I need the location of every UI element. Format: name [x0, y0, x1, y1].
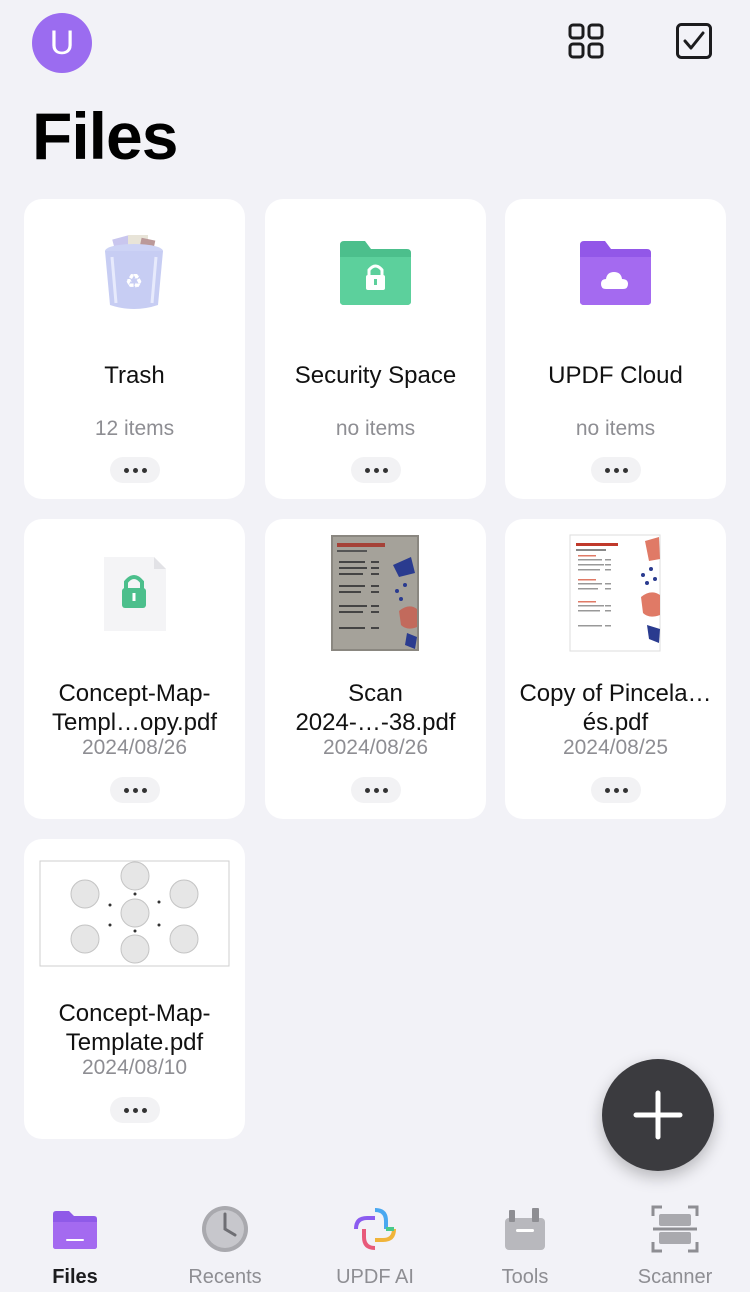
more-options-button[interactable] [591, 777, 641, 803]
toolbox-icon [505, 1208, 545, 1250]
scanner-icon [651, 1205, 699, 1253]
folder-name: Trash [104, 362, 165, 389]
plus-icon [633, 1090, 683, 1140]
more-options-button[interactable] [110, 457, 160, 483]
file-name: Concept-Map-Templ…opy.pdf [52, 680, 217, 736]
item-count: no items [335, 417, 416, 440]
more-options-button[interactable] [110, 777, 160, 803]
folder-icon [53, 1211, 97, 1249]
svg-text:♻: ♻ [125, 269, 143, 293]
more-options-button[interactable] [351, 457, 401, 483]
add-button[interactable] [602, 1059, 714, 1171]
file-thumbnail [505, 519, 726, 669]
item-count: no items [575, 417, 656, 440]
user-avatar[interactable]: U [32, 13, 92, 73]
file-thumbnail [24, 839, 245, 989]
tab-label: Files [52, 1266, 98, 1288]
folder-name: Security Space [294, 362, 457, 389]
select-mode-icon[interactable] [675, 22, 713, 60]
more-options-button[interactable] [591, 457, 641, 483]
file-thumbnail [265, 519, 486, 669]
tab-recents[interactable]: Recents [150, 1190, 300, 1292]
page-title: Files [32, 99, 178, 173]
clock-icon [202, 1206, 248, 1252]
tab-label: Tools [501, 1266, 549, 1288]
grid-view-icon[interactable] [567, 22, 605, 60]
tab-scanner[interactable]: Scanner [600, 1190, 750, 1292]
tab-label: Scanner [637, 1266, 713, 1288]
cloud-folder-icon [505, 199, 726, 349]
tab-bar: Files Recents UPDF AI Tools Scanner [0, 1190, 750, 1292]
file-card[interactable]: Copy of Pincela…és.pdf 2024/08/25 [505, 519, 726, 819]
file-card[interactable]: Scan 2024-…-38.pdf 2024/08/26 [265, 519, 486, 819]
folder-name: UPDF Cloud [548, 362, 683, 389]
tab-files[interactable]: Files [0, 1190, 150, 1292]
folder-card-security-space[interactable]: Security Space no items [265, 199, 486, 499]
tab-label: Recents [188, 1266, 262, 1288]
tab-label: UPDF AI [336, 1266, 414, 1288]
folder-card-updf-cloud[interactable]: UPDF Cloud no items [505, 199, 726, 499]
more-options-button[interactable] [351, 777, 401, 803]
folder-card-trash[interactable]: ♻ Trash 12 items [24, 199, 245, 499]
file-name: Concept-Map-Template.pdf [58, 1000, 211, 1056]
tab-tools[interactable]: Tools [450, 1190, 600, 1292]
item-count: 12 items [94, 417, 175, 440]
file-date: 2024/08/10 [81, 1056, 188, 1079]
file-date: 2024/08/25 [562, 736, 669, 759]
lock-folder-icon [265, 199, 486, 349]
file-card[interactable]: Concept-Map-Template.pdf 2024/08/10 [24, 839, 245, 1139]
file-name: Scan 2024-…-38.pdf [295, 680, 456, 736]
file-card[interactable]: Concept-Map-Templ…opy.pdf 2024/08/26 [24, 519, 245, 819]
trash-icon: ♻ [24, 199, 245, 349]
file-date: 2024/08/26 [322, 736, 429, 759]
locked-file-icon [24, 519, 245, 669]
file-date: 2024/08/26 [81, 736, 188, 759]
tab-updf-ai[interactable]: UPDF AI [300, 1190, 450, 1292]
file-name: Copy of Pincela…és.pdf [519, 680, 712, 736]
more-options-button[interactable] [110, 1097, 160, 1123]
ai-icon [354, 1208, 396, 1250]
